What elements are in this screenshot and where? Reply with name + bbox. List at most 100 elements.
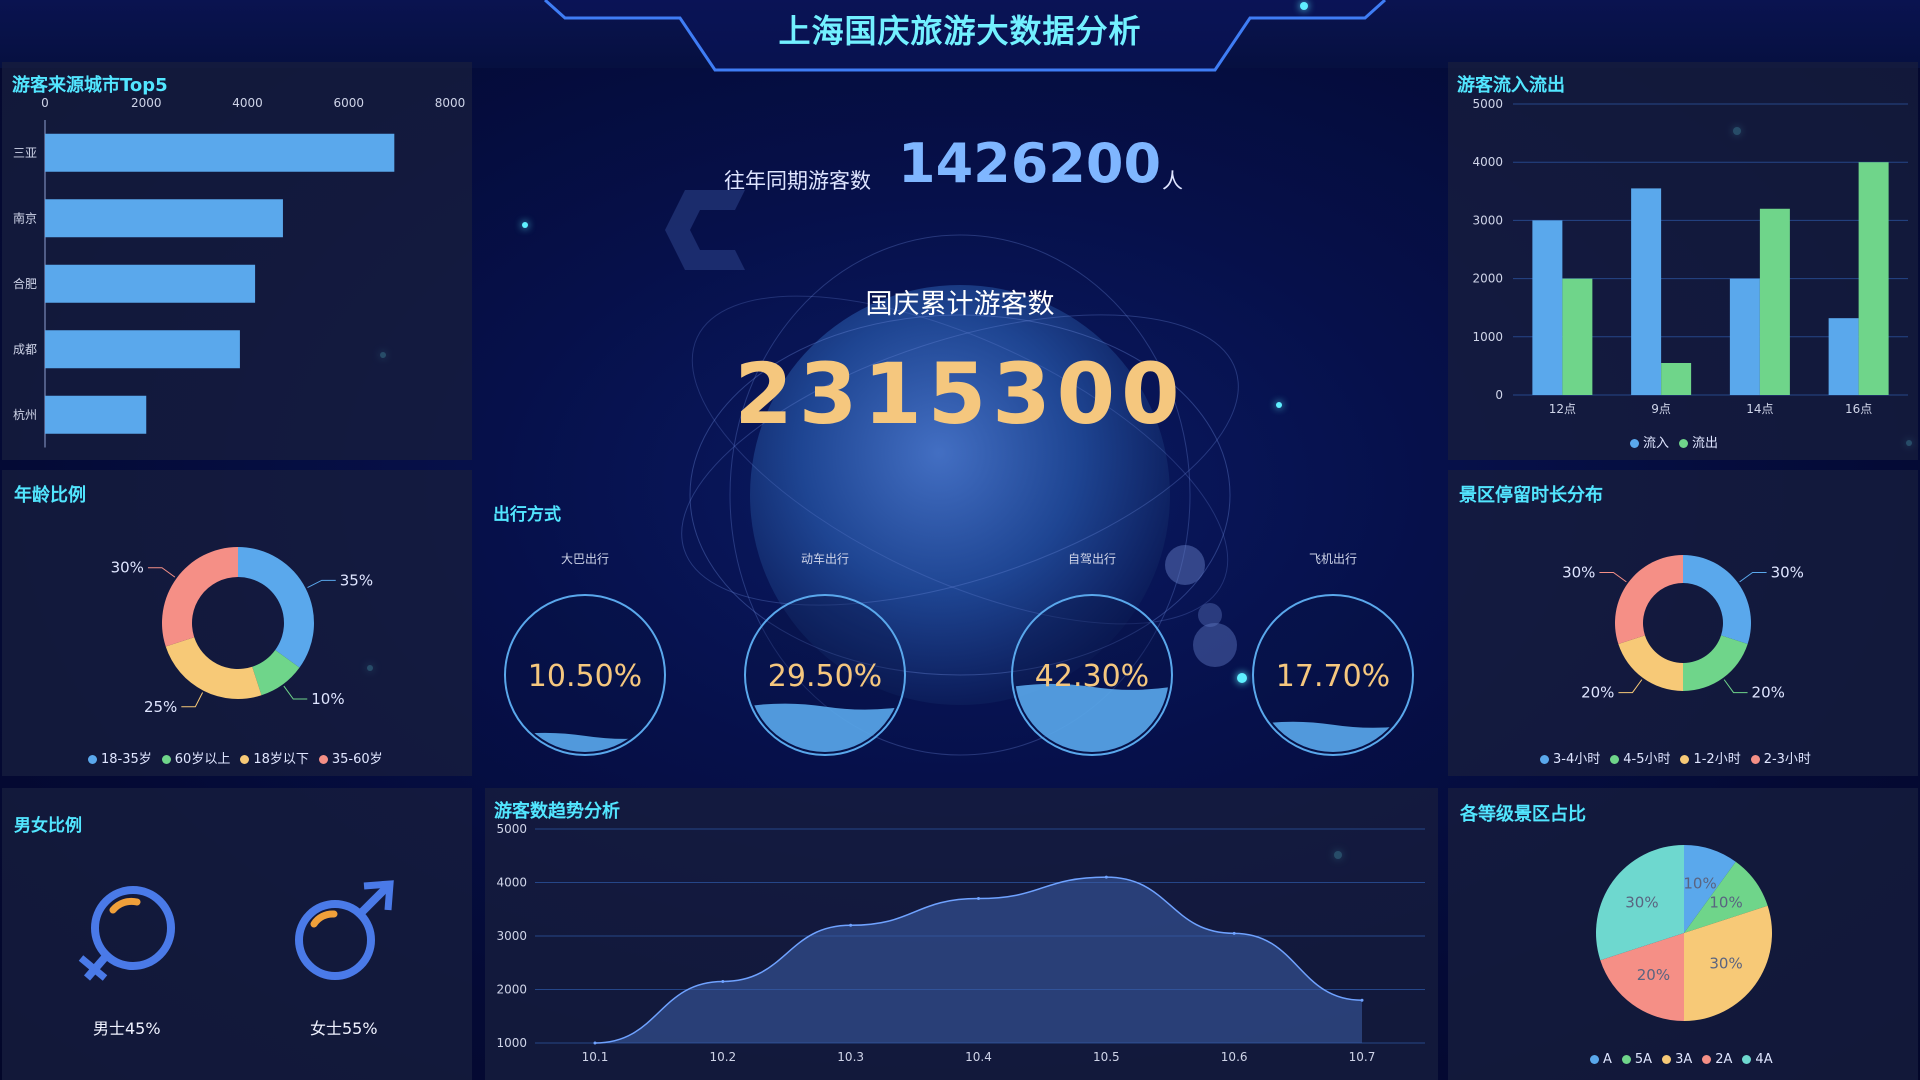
gauge-fill-group [508, 732, 662, 752]
legend-label: 35-60岁 [331, 752, 383, 767]
x-tick-label: 16点 [1845, 402, 1872, 416]
gender-title: 男女比例 [14, 816, 82, 836]
bar [1729, 278, 1760, 395]
data-point [1104, 875, 1108, 879]
x-tick-label: 10.1 [582, 1050, 609, 1064]
legend-item[interactable]: 18岁以下 [240, 748, 309, 767]
y-tick-label: 3000 [1472, 213, 1503, 227]
legend-item[interactable]: 流入 [1630, 432, 1669, 451]
slice-label: 30% [1625, 893, 1658, 911]
legend-label: 1-2小时 [1693, 752, 1741, 767]
label-line [1599, 571, 1627, 583]
legend-dot [240, 755, 250, 764]
label-line [307, 579, 336, 589]
slice-label: 30% [1771, 563, 1804, 581]
legend-label: 流出 [1692, 436, 1719, 451]
legend-dot [1679, 439, 1689, 448]
flow-legend: 流入 流出 [1630, 432, 1718, 451]
slice-label: 20% [1752, 684, 1785, 702]
gauge-label: 自驾出行 [1068, 552, 1116, 566]
legend-label: A [1603, 1052, 1612, 1067]
source-city-chart: 0 2000 4000 6000 8000 三亚南京合肥成都杭州 [13, 96, 466, 448]
legend-item[interactable]: 35-60岁 [318, 748, 383, 767]
data-point [721, 979, 725, 983]
legend-item[interactable]: 18-35岁 [88, 748, 152, 767]
travel-gauges: 大巴出行 10.50% 动车出行 29.50% 自驾出行 42.30% 飞机出行 17.70% [504, 551, 1414, 756]
pie-slice [1618, 635, 1683, 691]
area-fill [595, 877, 1362, 1043]
legend-dot [1621, 1055, 1631, 1064]
level-legend: A 5A 3A 2A 4A [1590, 1052, 1773, 1067]
y-tick-label: 南京 [13, 210, 37, 225]
x-tick-label: 2000 [131, 96, 162, 110]
legend-item[interactable]: 4A [1742, 1052, 1773, 1067]
x-tick-label: 6000 [333, 96, 364, 110]
female-symbol-icon [78, 886, 175, 981]
legend-label: 流入 [1643, 436, 1670, 451]
age-chart: 35% 10% 25% 30% [111, 547, 373, 716]
prev-year-label: 往年同期游客数 [724, 169, 871, 193]
legend-dot [1590, 1055, 1599, 1064]
legend-item[interactable]: 60岁以上 [161, 748, 230, 767]
legend-label: 3-4小时 [1553, 752, 1601, 767]
x-tick-label: 10.3 [837, 1050, 864, 1064]
bar [1661, 362, 1692, 395]
legend-item[interactable]: 4-5小时 [1610, 748, 1670, 767]
pie-slice [165, 637, 262, 699]
stay-chart: 30% 20% 20% 30% [1562, 555, 1804, 702]
age-legend: 18-35岁 60岁以上 18岁以下 35-60岁 [88, 748, 383, 767]
legend-dot [1540, 755, 1549, 764]
male-label: 男士45% [93, 1019, 161, 1038]
label-line [147, 567, 176, 578]
gauge-label: 飞机出行 [1309, 552, 1357, 566]
bar [1828, 318, 1859, 395]
gauge-fill-group [1015, 683, 1169, 752]
travel-title: 出行方式 [493, 505, 561, 525]
x-tick-label: 8000 [435, 96, 466, 110]
legend-item[interactable]: 流出 [1679, 432, 1718, 451]
data-point [1360, 998, 1364, 1002]
label-line [283, 685, 308, 700]
label-line [181, 692, 204, 708]
legend-label: 18岁以下 [253, 752, 309, 767]
legend-item[interactable]: 1-2小时 [1680, 748, 1741, 767]
legend-item[interactable]: 3A [1662, 1052, 1692, 1067]
y-tick-label: 0 [1495, 388, 1503, 402]
trend-chart: 1000 2000 3000 4000 5000 10.1 10.2 10.3 10.4 10.5… [496, 822, 1425, 1064]
male-symbol-icon [295, 880, 394, 980]
y-tick-label: 3000 [496, 929, 527, 943]
legend-dot [318, 755, 328, 764]
bar [45, 264, 256, 303]
slice-label: 35% [340, 571, 373, 589]
data-point [1232, 931, 1236, 935]
legend-dot [1630, 439, 1639, 448]
bar [45, 133, 395, 172]
female-label: 女士55% [310, 1019, 378, 1038]
gauge-fill [508, 732, 662, 752]
stay-legend: 3-4小时 4-5小时 1-2小时 2-3小时 [1540, 748, 1811, 767]
y-tick-label: 2000 [496, 983, 527, 997]
legend-label: 5A [1634, 1052, 1653, 1067]
bar [45, 199, 283, 238]
pie-slice [1683, 555, 1751, 645]
data-point [849, 923, 853, 927]
y-tick-label: 4000 [1472, 155, 1503, 169]
legend-item[interactable]: 2A [1702, 1052, 1732, 1067]
legend-item[interactable]: A [1590, 1052, 1612, 1067]
legend-dot [1610, 755, 1620, 764]
legend-dot [1680, 755, 1690, 764]
gauge-label: 大巴出行 [561, 552, 609, 566]
x-tick-label: 14点 [1746, 402, 1773, 416]
bar [45, 395, 147, 434]
legend-item[interactable]: 2-3小时 [1750, 748, 1811, 767]
gauge-fill [1015, 683, 1169, 752]
slice-label: 10% [1683, 875, 1716, 893]
y-tick-label: 合肥 [13, 276, 37, 291]
prev-year-unit: 人 [1162, 169, 1183, 193]
legend-item[interactable]: 5A [1621, 1052, 1653, 1067]
legend-item[interactable]: 3-4小时 [1540, 748, 1600, 767]
x-tick-label: 10.5 [1093, 1050, 1120, 1064]
legend-dot [88, 755, 97, 764]
legend-label: 4-5小时 [1623, 752, 1671, 767]
legend-label: 18-35岁 [101, 752, 152, 767]
